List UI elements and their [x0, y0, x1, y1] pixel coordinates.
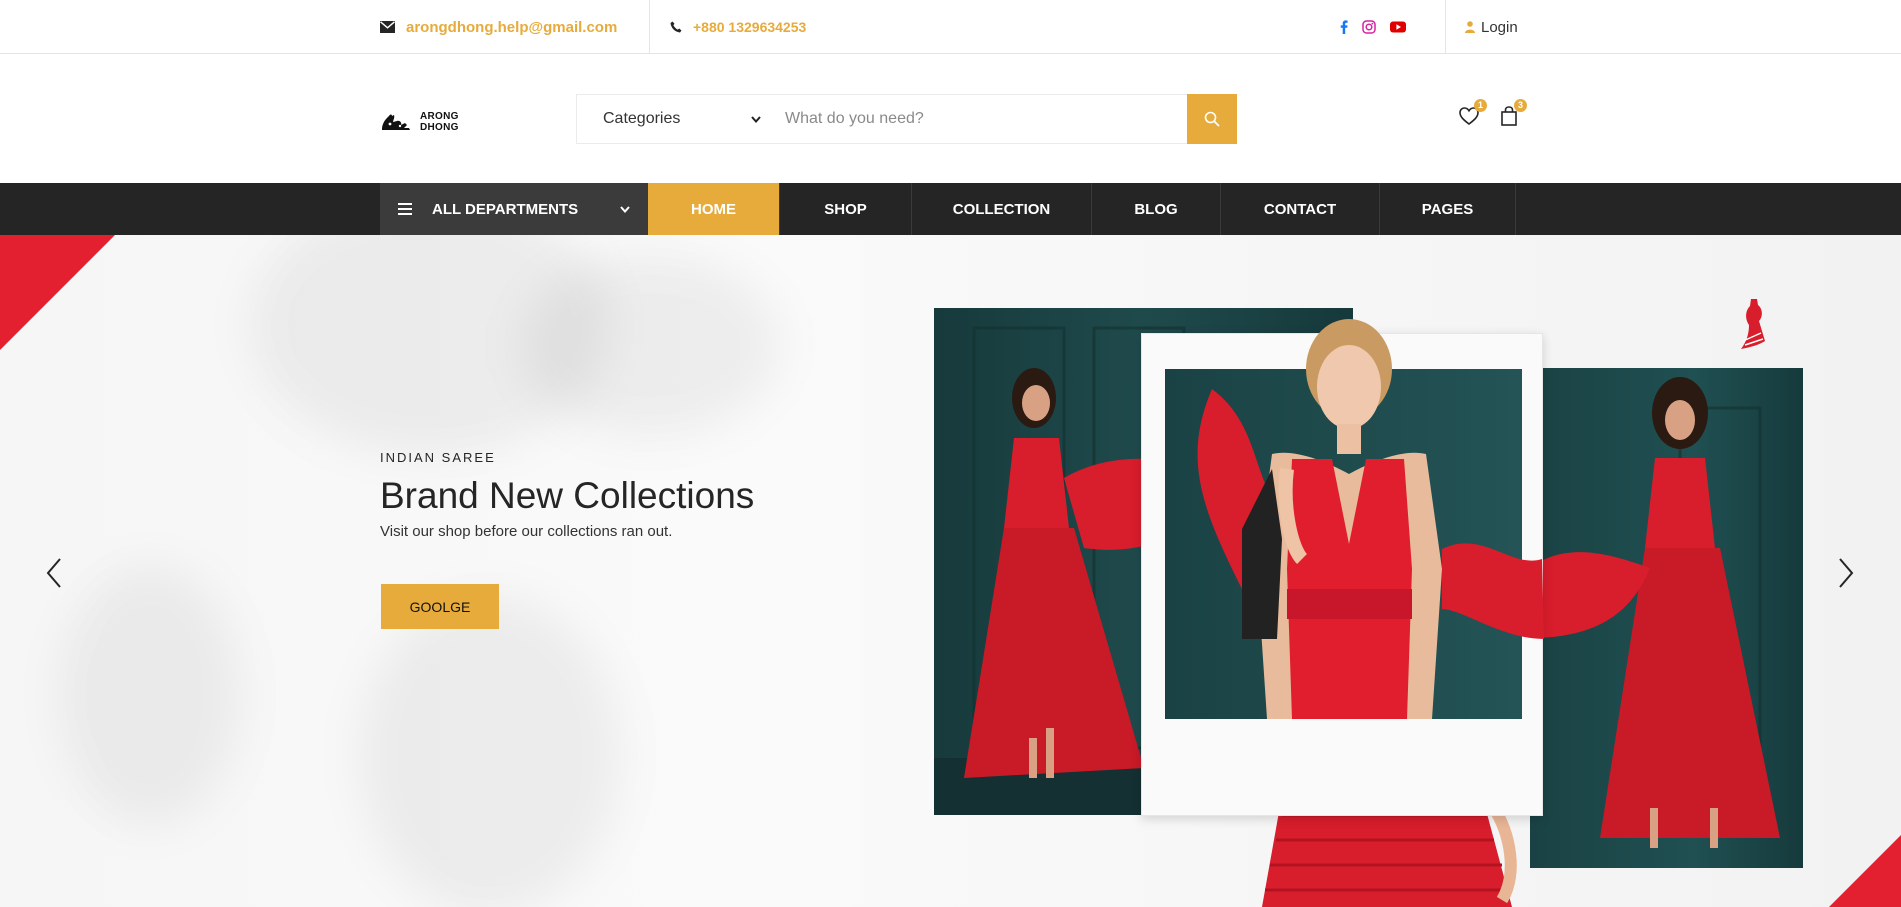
phone-icon — [670, 21, 682, 33]
header-actions: 1 3 — [1458, 99, 1527, 127]
nav-item-label: SHOP — [824, 200, 867, 218]
facebook-icon[interactable] — [1340, 20, 1348, 34]
model-illustration — [1530, 377, 1780, 848]
corner-accent — [0, 235, 115, 350]
nav-item-label: BLOG — [1134, 200, 1178, 218]
logo-text-line2: DHONG — [420, 122, 459, 133]
nav-item-label: COLLECTION — [952, 200, 1051, 218]
social-links — [1340, 0, 1406, 54]
wishlist-count-badge: 1 — [1474, 99, 1487, 112]
envelope-icon — [380, 21, 395, 33]
all-departments-label: ALL DEPARTMENTS — [432, 200, 579, 218]
cart-button[interactable]: 3 — [1498, 99, 1527, 127]
hero-subtitle: Visit our shop before our collections ra… — [380, 523, 673, 540]
model-illustration — [1197, 319, 1544, 719]
categories-label: Categories — [603, 110, 681, 127]
corner-accent — [1829, 835, 1901, 907]
instagram-icon[interactable] — [1362, 20, 1376, 34]
hero-photo-frame — [1141, 319, 1544, 816]
divider — [1445, 0, 1446, 54]
login-label: Login — [1481, 18, 1518, 36]
slider-prev-arrow-icon[interactable] — [42, 555, 66, 591]
chevron-down-icon — [751, 115, 761, 123]
hero-cta-button[interactable]: GOOLGE — [381, 584, 499, 629]
main-navigation: ALL DEPARTMENTS HOME SHOP COLLECTION BLO… — [0, 183, 1901, 235]
hamburger-icon — [398, 203, 412, 215]
nav-item-blog[interactable]: BLOG — [1092, 183, 1221, 235]
cart-count-badge: 3 — [1514, 99, 1527, 112]
header: ARONG DHONG Categories 1 — [0, 55, 1901, 183]
slider-next-arrow-icon[interactable] — [1834, 555, 1858, 591]
search-button[interactable] — [1187, 94, 1237, 144]
youtube-icon[interactable] — [1390, 21, 1406, 33]
nav-item-label: PAGES — [1421, 200, 1474, 218]
nav-item-contact[interactable]: CONTACT — [1221, 183, 1380, 235]
hero-cta-label: GOOLGE — [409, 598, 471, 615]
email-text: arongdhong.help@gmail.com — [406, 18, 618, 36]
nav-item-collection[interactable]: COLLECTION — [912, 183, 1092, 235]
nav-item-pages[interactable]: PAGES — [1380, 183, 1516, 235]
nav-item-label: CONTACT — [1263, 200, 1337, 218]
nav-item-home[interactable]: HOME — [648, 183, 780, 235]
hero-slider: INDIAN SAREE Brand New Collections Visit… — [0, 235, 1901, 907]
nav-item-shop[interactable]: SHOP — [780, 183, 912, 235]
nav-items: HOME SHOP COLLECTION BLOG CONTACT PAGES — [648, 183, 1516, 235]
wishlist-button[interactable]: 1 — [1458, 99, 1487, 127]
search-icon — [1204, 111, 1220, 127]
dress-logo-icon — [1741, 299, 1765, 349]
search-bar: Categories — [576, 94, 1237, 144]
hero-photo-right — [1530, 368, 1803, 868]
site-logo[interactable]: ARONG DHONG — [380, 111, 459, 133]
background-shadow — [520, 255, 780, 435]
logo-text: ARONG DHONG — [420, 111, 459, 133]
all-departments-menu[interactable]: ALL DEPARTMENTS — [380, 183, 648, 235]
background-shadow — [60, 565, 240, 825]
logo-mark-icon — [382, 114, 410, 130]
user-icon — [1465, 21, 1475, 33]
login-link[interactable]: Login — [1465, 0, 1518, 54]
logo-text-line1: ARONG — [420, 111, 459, 122]
phone-text: +880 1329634253 — [693, 19, 807, 35]
hero-kicker: INDIAN SAREE — [380, 450, 496, 465]
categories-dropdown[interactable]: Categories — [577, 95, 777, 143]
top-bar: arongdhong.help@gmail.com +880 132963425… — [0, 0, 1901, 54]
contact-phone[interactable]: +880 1329634253 — [670, 0, 806, 54]
search-input[interactable] — [777, 95, 1187, 143]
contact-email[interactable]: arongdhong.help@gmail.com — [380, 0, 650, 54]
chevron-down-icon — [620, 205, 630, 213]
background-shadow — [360, 595, 620, 907]
nav-item-label: HOME — [691, 200, 736, 218]
hero-title: Brand New Collections — [380, 475, 755, 516]
hero-text: INDIAN SAREE Brand New Collections Visit… — [380, 450, 880, 540]
